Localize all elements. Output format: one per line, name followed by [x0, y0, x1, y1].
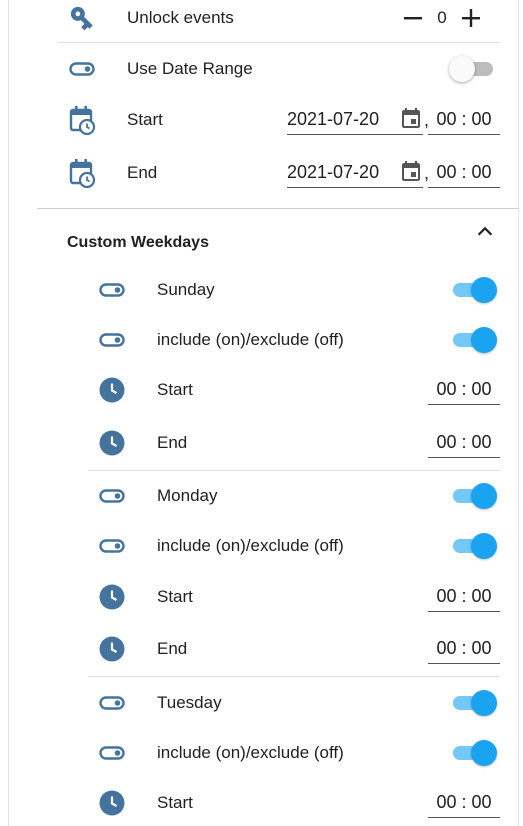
- toggle-switch-icon: [99, 283, 125, 297]
- weekday-divider: [88, 470, 500, 471]
- end-time-field[interactable]: 00 : 00: [428, 157, 500, 188]
- include-row-tuesday: include (on)/exclude (off): [88, 733, 518, 773]
- end-time-row-monday: End 00 : 00: [88, 629, 518, 669]
- include-toggle-sunday[interactable]: [449, 327, 497, 353]
- start-time-value: 00 : 00: [436, 791, 492, 812]
- unlock-events-counter: 0: [401, 6, 483, 30]
- weekday-label: Sunday: [157, 280, 215, 299]
- decrement-button[interactable]: [401, 6, 425, 30]
- start-date-field[interactable]: 2021-07-20: [287, 104, 423, 135]
- toggle-switch-icon: [99, 746, 125, 760]
- increment-button[interactable]: [459, 6, 483, 30]
- clock-icon: [99, 377, 125, 403]
- toggle-switch-icon: [99, 489, 125, 503]
- start-date-value: 2021-07-20: [287, 108, 380, 129]
- toggle-switch-icon: [99, 696, 125, 710]
- weekday-toggle-monday[interactable]: [449, 483, 497, 509]
- chevron-up-icon[interactable]: [474, 221, 496, 248]
- end-time-value: 00 : 00: [436, 161, 492, 182]
- include-row-sunday: include (on)/exclude (off): [88, 320, 518, 360]
- end-label: End: [127, 163, 158, 182]
- plus-icon: [462, 9, 480, 27]
- include-toggle-monday[interactable]: [449, 533, 497, 559]
- calendar-icon[interactable]: [399, 160, 423, 189]
- section-divider: [37, 208, 519, 209]
- end-date-field[interactable]: 2021-07-20: [287, 157, 423, 188]
- settings-panel: Unlock events 0 Use Date Range Start 202…: [0, 0, 523, 826]
- include-toggle-tuesday[interactable]: [449, 740, 497, 766]
- end-label: End: [157, 639, 188, 658]
- weekday-label: Tuesday: [157, 693, 222, 712]
- toggle-switch-icon: [99, 539, 125, 553]
- start-time-value: 00 : 00: [436, 378, 492, 399]
- weekday-row-sunday: Sunday: [88, 270, 518, 310]
- minus-icon: [404, 17, 422, 20]
- start-row: Start 2021-07-20 , 00 : 00: [58, 100, 518, 140]
- divider: [58, 42, 500, 43]
- start-time-field-tuesday[interactable]: 00 : 00: [428, 787, 500, 818]
- weekday-toggle-sunday[interactable]: [449, 277, 497, 303]
- calendar-clock-icon: [68, 158, 96, 188]
- include-row-monday: include (on)/exclude (off): [88, 526, 518, 566]
- toggle-switch-icon: [99, 333, 125, 347]
- start-time-field[interactable]: 00 : 00: [428, 104, 500, 135]
- weekday-divider: [88, 676, 500, 677]
- calendar-clock-icon: [68, 105, 96, 135]
- end-row: End 2021-07-20 , 00 : 00: [58, 153, 518, 193]
- end-date-value: 2021-07-20: [287, 161, 380, 182]
- panel-right-border: [518, 0, 519, 826]
- end-label: End: [157, 433, 188, 452]
- clock-icon: [99, 636, 125, 662]
- include-label: include (on)/exclude (off): [157, 536, 344, 555]
- start-label: Start: [157, 587, 193, 606]
- weekday-row-monday: Monday: [88, 476, 518, 516]
- include-label: include (on)/exclude (off): [157, 330, 344, 349]
- end-time-value: 00 : 00: [436, 431, 492, 452]
- unlock-events-value: 0: [437, 8, 447, 27]
- calendar-icon[interactable]: [399, 107, 423, 136]
- use-date-range-label: Use Date Range: [127, 59, 253, 78]
- start-time-row-monday: Start 00 : 00: [88, 577, 518, 617]
- clock-icon: [99, 430, 125, 456]
- weekday-row-tuesday: Tuesday: [88, 683, 518, 723]
- custom-weekdays-title: Custom Weekdays: [67, 234, 209, 251]
- weekday-label: Monday: [157, 486, 218, 505]
- end-time-field-sunday[interactable]: 00 : 00: [428, 427, 500, 458]
- key-icon: [68, 4, 96, 32]
- panel-left-border: [8, 0, 9, 826]
- use-date-range-row: Use Date Range: [58, 49, 518, 89]
- unlock-events-label: Unlock events: [127, 8, 234, 27]
- use-date-range-toggle[interactable]: [449, 56, 497, 82]
- start-label: Start: [127, 110, 163, 129]
- end-time-value: 00 : 00: [436, 637, 492, 658]
- start-time-value: 00 : 00: [436, 585, 492, 606]
- start-label: Start: [157, 380, 193, 399]
- start-time-row-sunday: Start 00 : 00: [88, 370, 518, 410]
- start-time-value: 00 : 00: [436, 108, 492, 129]
- start-time-field-sunday[interactable]: 00 : 00: [428, 374, 500, 405]
- start-label: Start: [157, 793, 193, 812]
- clock-icon: [99, 584, 125, 610]
- end-time-field-monday[interactable]: 00 : 00: [428, 633, 500, 664]
- unlock-events-row: Unlock events 0: [58, 0, 518, 38]
- include-label: include (on)/exclude (off): [157, 743, 344, 762]
- clock-icon: [99, 790, 125, 816]
- start-time-field-monday[interactable]: 00 : 00: [428, 581, 500, 612]
- toggle-switch-icon: [69, 62, 95, 76]
- end-time-row-sunday: End 00 : 00: [88, 423, 518, 463]
- weekday-toggle-tuesday[interactable]: [449, 690, 497, 716]
- start-time-row-tuesday: Start 00 : 00: [88, 783, 518, 823]
